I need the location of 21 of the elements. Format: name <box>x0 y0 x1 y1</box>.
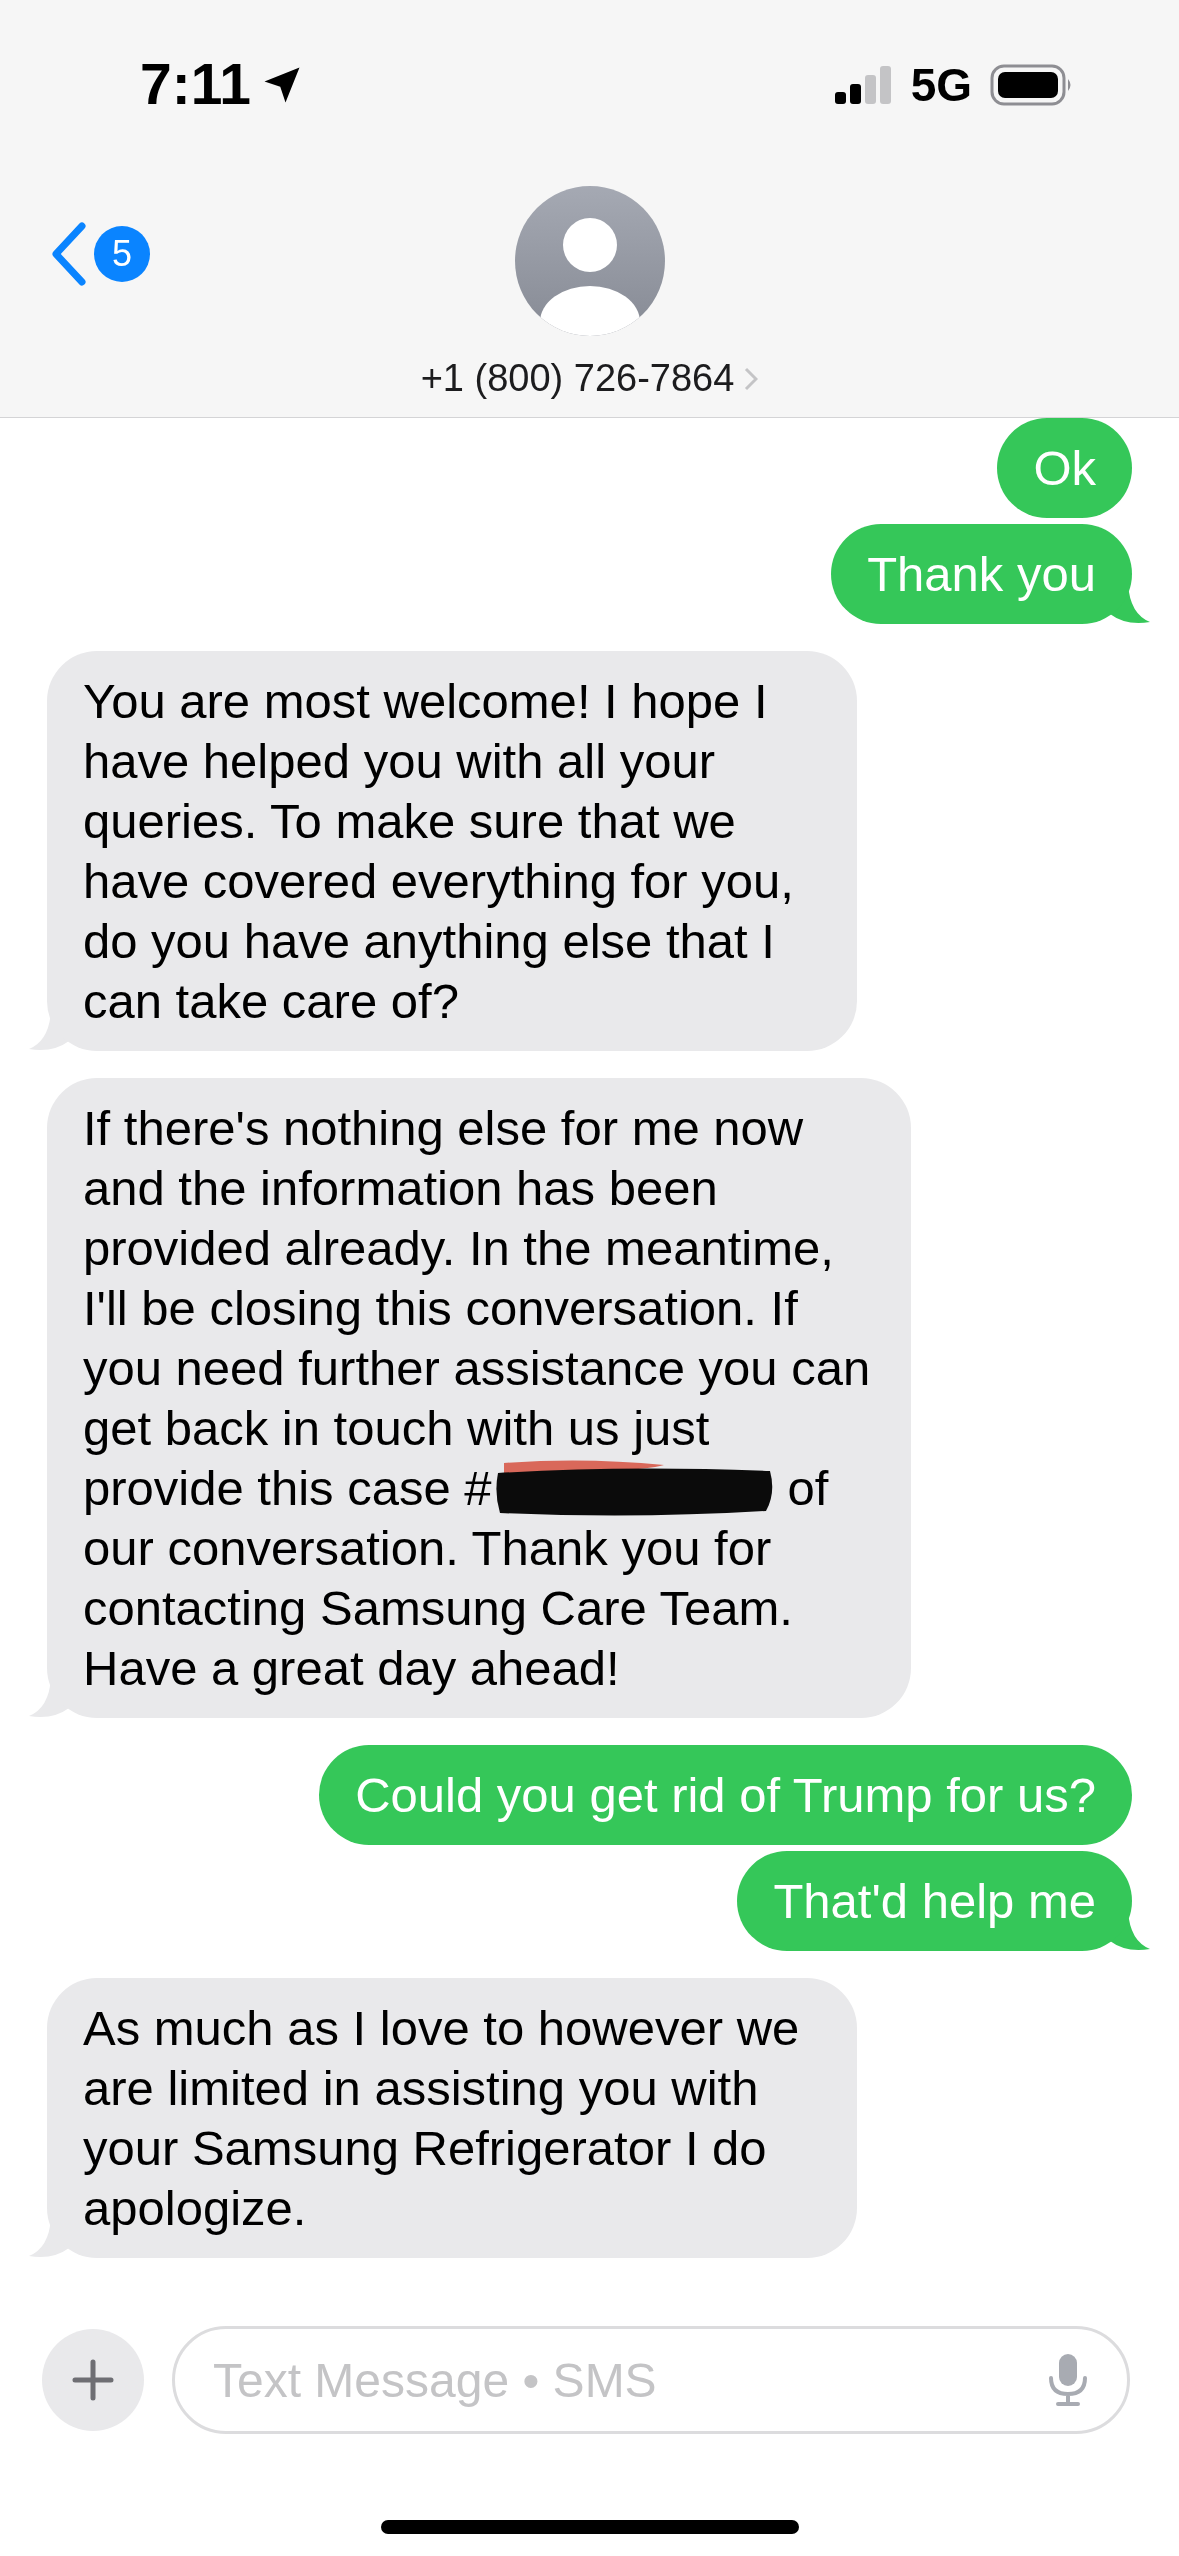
message-text: You are most welcome! I hope I have helped you with all your queries. To make sure that we have covered everything for you, do you have anything else that I can take care of? <box>83 673 795 1030</box>
back-chevron-icon <box>50 222 88 286</box>
plus-icon <box>72 2359 114 2401</box>
message-text: our conversation. Thank you for contacting Samsung Care Team. Have a great day ahead! <box>83 1520 794 1697</box>
message-text: of <box>787 1460 829 1517</box>
contact-number[interactable]: +1 (800) 726-7864 <box>420 350 735 407</box>
message-text: Could you get rid of Trump for us? <box>355 1767 1096 1824</box>
message-text: Ok <box>1033 440 1096 497</box>
microphone-icon[interactable] <box>1046 2354 1090 2406</box>
back-button[interactable]: 5 <box>50 222 150 286</box>
status-time: 7:11 <box>140 51 251 119</box>
signal-icon <box>834 66 893 104</box>
unread-badge: 5 <box>94 226 150 282</box>
contact-avatar-icon[interactable] <box>514 186 665 336</box>
message-text: Thank you <box>867 546 1096 603</box>
message-text: As much as I love to however we are limited in assisting you with your Samsung Refrigerator I do apologize. <box>83 2000 801 2237</box>
message-input-field[interactable]: Text Message • SMS <box>172 2326 1130 2434</box>
network-label: 5G <box>910 57 972 113</box>
message-text: provide this case # <box>83 1460 492 1517</box>
chevron-right-icon <box>744 366 759 391</box>
message-text: That'd help me <box>773 1873 1096 1930</box>
